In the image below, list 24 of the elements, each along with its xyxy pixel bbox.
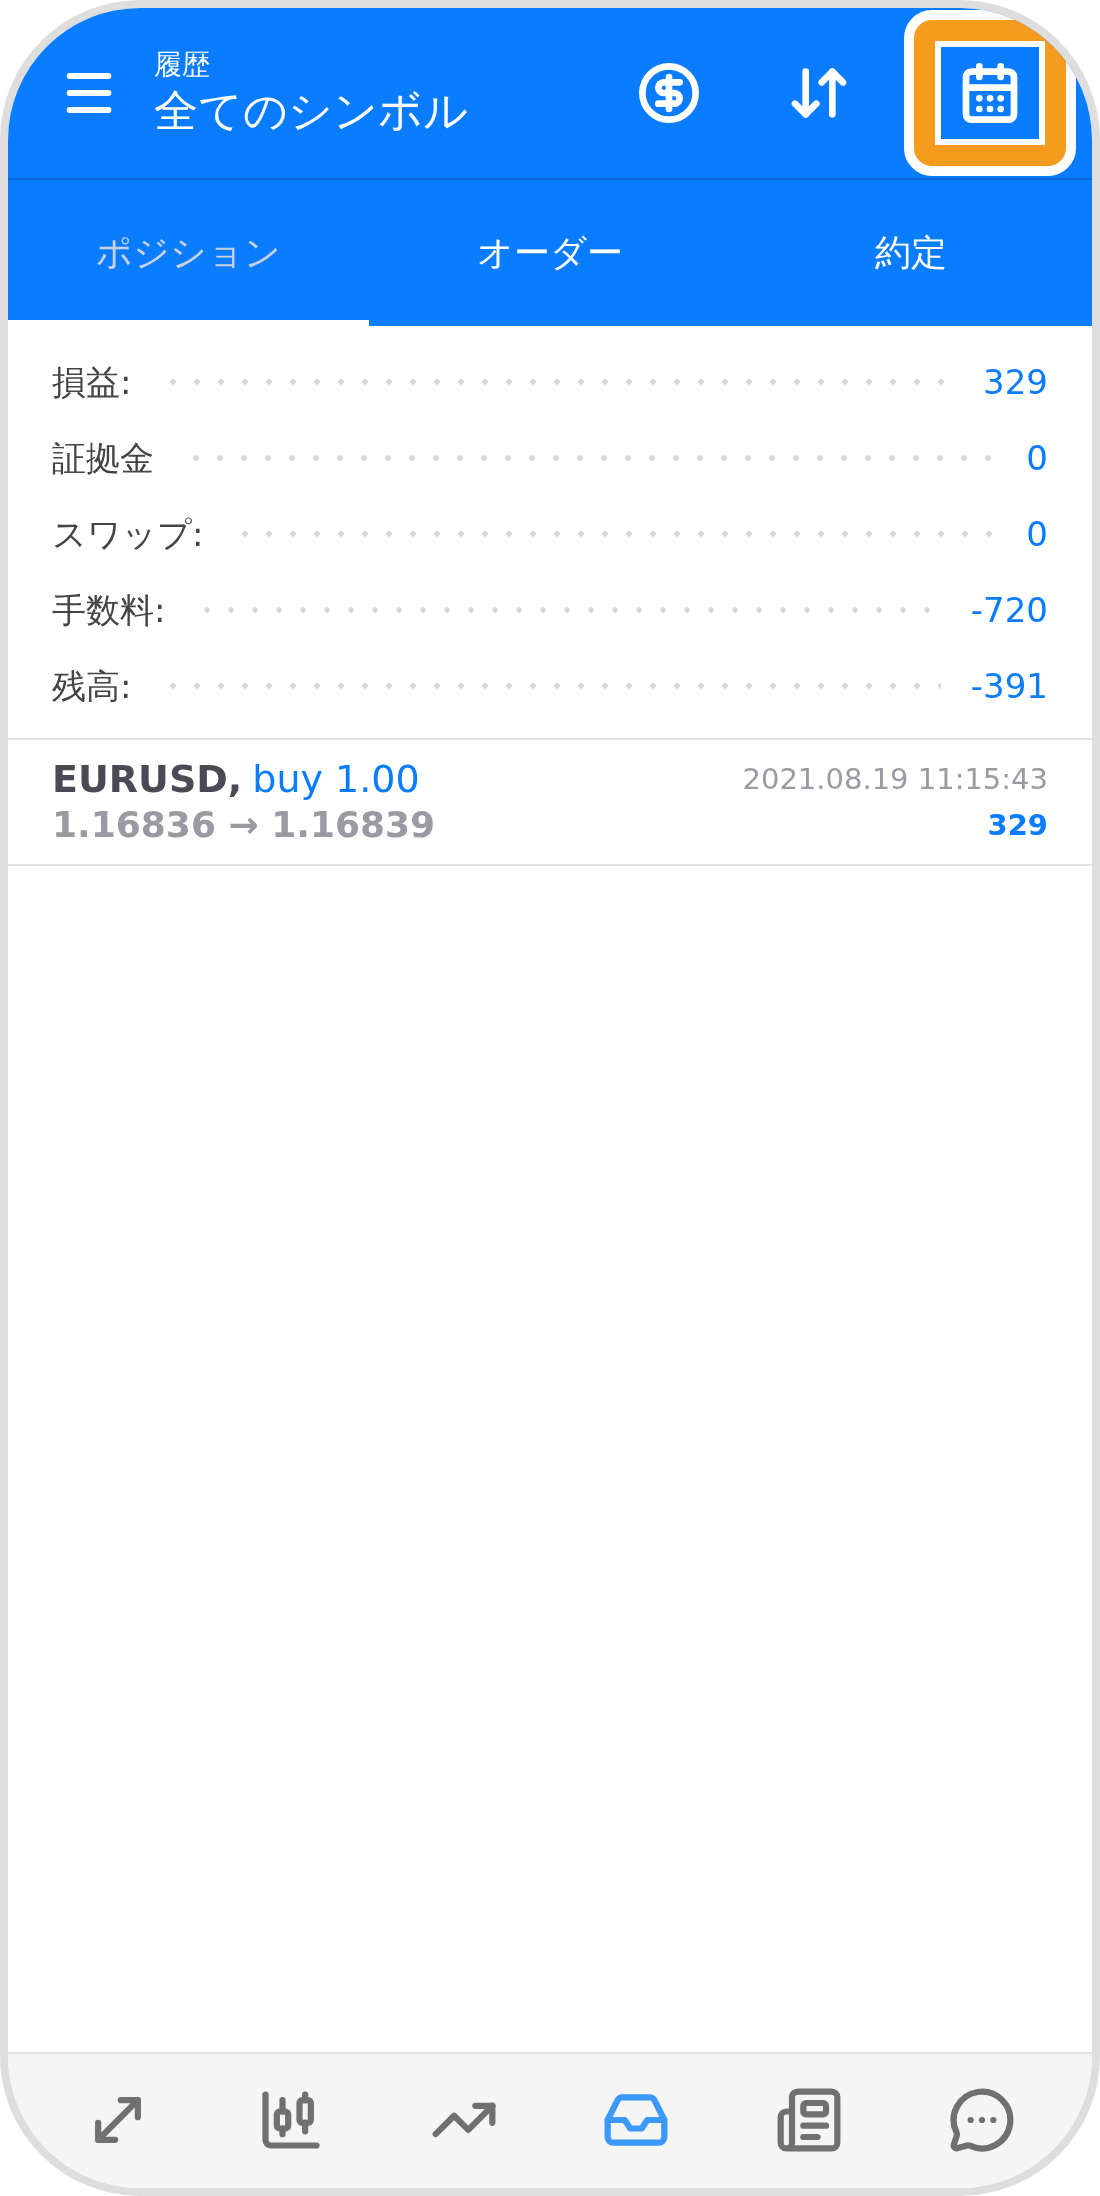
tab[interactable]: オーダー xyxy=(369,180,731,326)
deal-prices: 1.16836 → 1.16839 xyxy=(52,803,436,847)
toolbar-button[interactable] xyxy=(904,10,1076,176)
deal-side: buy 1.00 xyxy=(252,756,420,802)
tab[interactable]: ポジション xyxy=(8,180,370,326)
deal-time: 2021.08.19 11:15:43 xyxy=(742,761,1048,798)
deal-profit: 329 xyxy=(987,807,1048,844)
deal-symbol: EURUSD, xyxy=(52,756,243,802)
dollar-exchange-icon xyxy=(637,61,701,125)
chat-bubble-icon xyxy=(948,2086,1016,2154)
summary-label: スワップ: xyxy=(52,512,204,556)
summary-value: 0 xyxy=(1026,512,1048,556)
symbol-filter-title: 全てのシンボル xyxy=(154,84,469,138)
summary-value: 329 xyxy=(983,360,1048,404)
summary-value: -720 xyxy=(970,588,1048,632)
summary-label: 残高: xyxy=(52,664,132,708)
summary-value: 0 xyxy=(1026,436,1048,480)
deal-row[interactable]: EURUSD, buy 1.00 1.16836 → 1.16839 2021.08.19 11:15:43 329 xyxy=(8,740,1092,866)
tab[interactable]: 約定 xyxy=(730,180,1092,326)
summary-label: 証拠金 xyxy=(52,436,154,480)
screen-subtitle: 履歴 xyxy=(154,47,211,83)
summary-value: -391 xyxy=(970,664,1048,708)
summary-label: 手数料: xyxy=(52,588,166,632)
summary-label: 損益: xyxy=(52,360,132,404)
